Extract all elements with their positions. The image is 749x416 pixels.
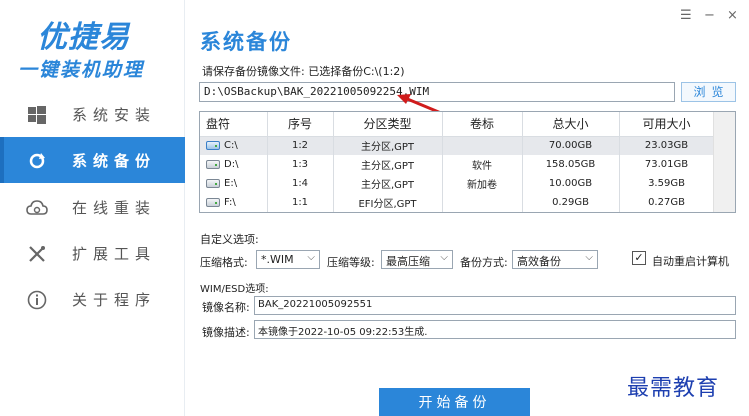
column-header[interactable]: 盘符 — [200, 112, 268, 137]
partition-index: 1:2 — [267, 136, 334, 155]
browse-button[interactable]: 浏览 — [681, 82, 736, 102]
sidebar-item-online-reinstall[interactable]: 在线重装 — [0, 184, 185, 230]
page-title: 系统备份 — [200, 30, 292, 54]
start-backup-button[interactable]: 开始备份 — [379, 388, 530, 416]
chevron-down-icon: ⌵ — [585, 252, 593, 263]
sidebar-item-about[interactable]: 关于程序 — [0, 276, 185, 322]
volume-label: 新加卷 — [442, 174, 523, 193]
app-logo-subtitle: 一键装机助理 — [18, 59, 145, 81]
partition-type: 主分区,GPT — [333, 136, 443, 155]
column-header[interactable]: 分区类型 — [333, 112, 443, 137]
sidebar-item-label: 系统安装 — [72, 105, 157, 124]
compress-format-select[interactable]: *.WIM ⌵ — [256, 250, 320, 269]
cloud-icon — [26, 197, 48, 219]
partition-table: 盘符 序号 分区类型 卷标 总大小 可用大小 C:\ 1:2 主分区,GPT 7… — [199, 111, 736, 213]
backup-mode-value: 高效备份 — [517, 255, 561, 268]
partition-index: 1:1 — [267, 193, 334, 212]
system-drive-icon — [206, 141, 220, 151]
windows-icon — [26, 104, 48, 126]
chevron-down-icon: ⌵ — [440, 252, 448, 263]
column-header[interactable]: 卷标 — [442, 112, 523, 137]
column-header[interactable]: 序号 — [267, 112, 334, 137]
partition-type: 主分区,GPT — [333, 174, 443, 193]
partition-type: 主分区,GPT — [333, 155, 443, 174]
table-header-row: 盘符 序号 分区类型 卷标 总大小 可用大小 — [200, 112, 715, 137]
backup-path-input[interactable]: D:\OSBackup\BAK_20221005092254.WIM — [199, 82, 675, 102]
table-scrollbar[interactable] — [713, 112, 735, 212]
partition-index: 1:4 — [267, 174, 334, 193]
drive-icon — [206, 179, 220, 188]
image-name-label: 镜像名称: — [202, 301, 250, 314]
drive-icon — [206, 198, 220, 207]
free-size: 3.59GB — [619, 174, 715, 193]
menu-icon[interactable]: ☰ — [680, 8, 692, 23]
volume-label: 软件 — [442, 155, 523, 174]
table-row[interactable]: D:\ 1:3 主分区,GPT 软件 158.05GB 73.01GB — [200, 155, 715, 174]
refresh-icon — [26, 150, 48, 172]
auto-restart-checkbox[interactable]: ✓ — [632, 251, 646, 265]
sidebar-item-label: 扩展工具 — [72, 244, 157, 263]
total-size: 0.29GB — [522, 193, 620, 212]
column-header[interactable]: 总大小 — [522, 112, 620, 137]
column-header[interactable]: 可用大小 — [619, 112, 715, 137]
drive-letter: E:\ — [224, 178, 238, 189]
free-size: 73.01GB — [619, 155, 715, 174]
app-logo-title: 优捷易 — [37, 20, 130, 55]
compress-level-select[interactable]: 最高压缩 ⌵ — [381, 250, 453, 269]
active-indicator — [0, 137, 4, 183]
sidebar-item-install[interactable]: 系统安装 — [0, 91, 185, 137]
sidebar-item-label: 系统备份 — [72, 151, 157, 170]
chevron-down-icon: ⌵ — [307, 252, 315, 263]
volume-label — [442, 193, 523, 212]
compress-level-label: 压缩等级: — [327, 256, 375, 269]
options-section-title: 自定义选项: — [200, 233, 259, 246]
sidebar: 优捷易 一键装机助理 系统安装 系统备份 在线重装 扩展工具 关于程序 — [0, 0, 185, 416]
backup-prompt: 请保存备份镜像文件: 已选择备份C:\(1:2) — [202, 65, 405, 78]
sidebar-item-tools[interactable]: 扩展工具 — [0, 230, 185, 276]
free-size: 0.27GB — [619, 193, 715, 212]
backup-mode-select[interactable]: 高效备份 ⌵ — [512, 250, 598, 269]
drive-letter: F:\ — [224, 197, 236, 208]
image-description-input[interactable]: 本镜像于2022-10-05 09:22:53生成. — [254, 320, 736, 339]
total-size: 10.00GB — [522, 174, 620, 193]
partition-type: EFI分区,GPT — [333, 193, 443, 212]
compress-format-label: 压缩格式: — [200, 256, 248, 269]
image-name-input[interactable]: BAK_20221005092551 — [254, 296, 736, 315]
wim-section-title: WIM/ESD选项: — [200, 284, 269, 295]
sidebar-item-label: 在线重装 — [72, 198, 157, 217]
image-description-label: 镜像描述: — [202, 326, 250, 339]
info-icon — [26, 289, 48, 311]
partition-index: 1:3 — [267, 155, 334, 174]
sidebar-item-backup[interactable]: 系统备份 — [0, 137, 185, 183]
compress-level-value: 最高压缩 — [386, 255, 430, 268]
volume-label — [442, 136, 523, 155]
table-row[interactable]: F:\ 1:1 EFI分区,GPT 0.29GB 0.27GB — [200, 193, 715, 212]
compress-format-value: *.WIM — [261, 253, 294, 266]
auto-restart-label[interactable]: 自动重启计算机 — [652, 253, 729, 269]
table-row[interactable]: E:\ 1:4 主分区,GPT 新加卷 10.00GB 3.59GB — [200, 174, 715, 193]
sidebar-item-label: 关于程序 — [72, 290, 157, 309]
total-size: 158.05GB — [522, 155, 620, 174]
table-row[interactable]: C:\ 1:2 主分区,GPT 70.00GB 23.03GB — [200, 136, 715, 155]
backup-mode-label: 备份方式: — [460, 256, 508, 269]
tools-icon — [26, 243, 48, 265]
drive-icon — [206, 160, 220, 169]
minimize-button[interactable]: − — [704, 8, 715, 23]
drive-letter: C:\ — [224, 140, 238, 152]
total-size: 70.00GB — [522, 136, 620, 155]
free-size: 23.03GB — [619, 136, 715, 155]
drive-letter: D:\ — [224, 159, 239, 170]
close-button[interactable]: × — [727, 8, 738, 23]
watermark: 最需教育 — [627, 376, 720, 401]
